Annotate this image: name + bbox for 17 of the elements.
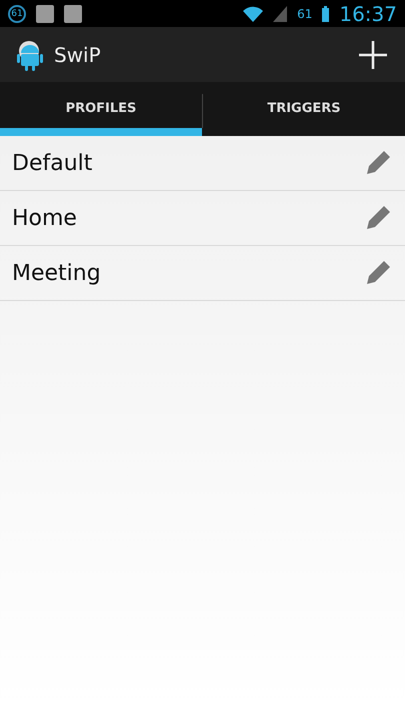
profile-name[interactable]: Meeting	[12, 260, 363, 286]
tab[interactable]: TRIGGERS	[203, 82, 405, 136]
wifi-icon	[243, 6, 264, 22]
notification-icon	[64, 4, 82, 22]
profile-name[interactable]: Default	[12, 150, 363, 176]
signal-icon	[273, 6, 288, 22]
app-title: SwiP	[54, 42, 102, 66]
android-icon	[16, 38, 46, 70]
profile-name[interactable]: Home	[12, 206, 363, 230]
tab[interactable]: PROFILES	[0, 82, 202, 136]
add-button[interactable]	[357, 38, 389, 70]
clock-time: 16:37	[339, 2, 397, 26]
notification-badge: 61	[8, 4, 26, 22]
notification-icon	[36, 4, 54, 22]
battery-text: 61	[297, 6, 312, 20]
battery-icon	[322, 6, 330, 22]
plus-icon	[357, 38, 389, 70]
